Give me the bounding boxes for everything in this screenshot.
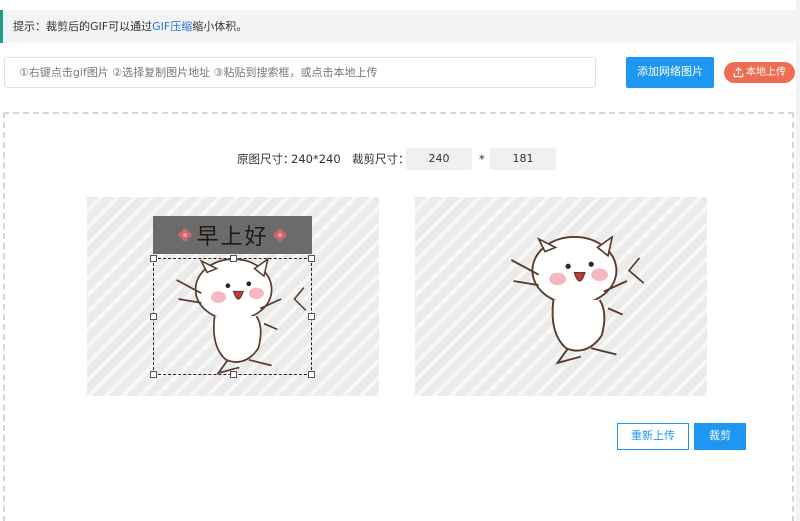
tip-prefix: 提示：裁剪后的GIF可以通过 — [13, 20, 153, 33]
tip-bar: 提示：裁剪后的GIF可以通过GIF压缩缩小体积。 — [0, 10, 800, 43]
resize-handle-ne[interactable] — [308, 255, 315, 262]
upload-icon — [733, 67, 744, 78]
resize-handle-n[interactable] — [230, 255, 237, 262]
local-upload-button[interactable]: 本地上传 — [724, 62, 795, 83]
resize-handle-s[interactable] — [230, 371, 237, 378]
add-web-image-button[interactable]: 添加网络图片 — [626, 57, 714, 88]
resize-handle-sw[interactable] — [150, 371, 157, 378]
local-upload-label: 本地上传 — [746, 67, 786, 78]
crop-button[interactable]: 裁剪 — [694, 423, 746, 450]
scrollbar-track[interactable] — [796, 0, 800, 521]
gif-compress-link[interactable]: GIF压缩 — [152, 20, 192, 33]
crop-width-input[interactable] — [406, 148, 472, 170]
resize-handle-e[interactable] — [308, 313, 315, 320]
reupload-button[interactable]: 重新上传 — [617, 423, 689, 450]
original-size-value: 240*240 — [291, 152, 341, 166]
cat-sticker-preview — [510, 234, 645, 365]
original-size-label: 原图尺寸： — [237, 152, 295, 166]
resize-handle-w[interactable] — [150, 313, 157, 320]
crop-preview-stage — [415, 197, 707, 396]
times-sign: * — [479, 152, 485, 166]
size-row: 原图尺寸： 240*240 裁剪尺寸： * — [0, 148, 800, 170]
image-url-input[interactable] — [4, 57, 596, 88]
resize-handle-se[interactable] — [308, 371, 315, 378]
tip-suffix: 缩小体积。 — [192, 20, 248, 33]
resize-handle-nw[interactable] — [150, 255, 157, 262]
source-image-stage[interactable]: 早上好 — [87, 197, 379, 396]
crop-height-input[interactable] — [490, 148, 556, 170]
crop-size-label: 裁剪尺寸： — [352, 152, 410, 166]
crop-selection-box[interactable] — [150, 255, 315, 378]
